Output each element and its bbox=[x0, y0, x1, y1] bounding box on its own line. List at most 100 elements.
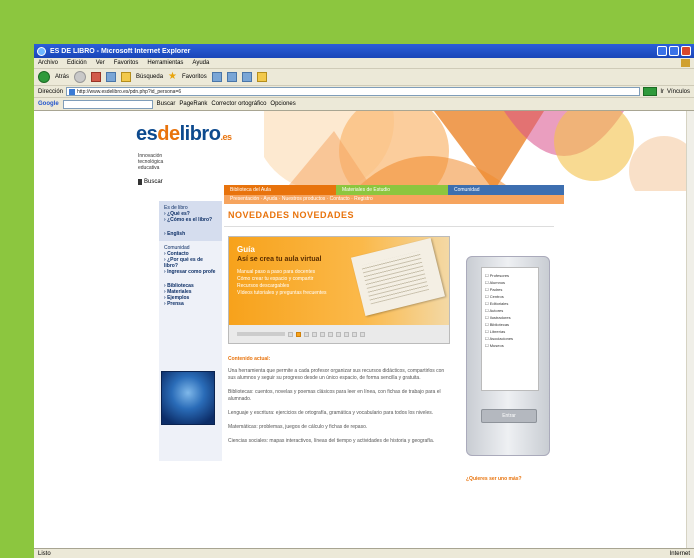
audience-label: Asociaciones bbox=[489, 336, 514, 341]
audience-item[interactable]: ☐ Autores bbox=[485, 307, 535, 314]
spell-check-button[interactable]: Corrector ortográfico bbox=[211, 101, 266, 107]
favorites-star-icon[interactable]: ★ bbox=[168, 72, 177, 82]
audience-item[interactable]: ☐ Bibliotecas bbox=[485, 321, 535, 328]
section-label[interactable]: Contenido actual: bbox=[228, 356, 270, 362]
mail-icon[interactable] bbox=[226, 72, 237, 82]
internet-explorer-icon bbox=[37, 46, 46, 56]
audience-item[interactable]: ☐ Editoriales bbox=[485, 300, 535, 307]
site-search-label[interactable]: Buscar bbox=[144, 179, 163, 185]
address-input[interactable]: http://www.esdelibro.es/pdn.php?id_perso… bbox=[66, 87, 641, 96]
back-label[interactable]: Atrás bbox=[55, 74, 69, 80]
go-label[interactable]: Ir bbox=[660, 89, 664, 95]
sidebar-item-english[interactable]: › English bbox=[164, 231, 217, 237]
close-button[interactable] bbox=[681, 46, 691, 56]
refresh-icon[interactable] bbox=[106, 72, 117, 82]
promo-headline: Así se crea tu aula virtual bbox=[237, 256, 322, 263]
pager-dot[interactable] bbox=[328, 331, 333, 337]
menu-ver[interactable]: Ver bbox=[96, 60, 105, 66]
nav-tab-materiales[interactable]: Materiales de Estudio bbox=[336, 185, 448, 195]
join-link[interactable]: ¿Quieres ser uno más? bbox=[466, 476, 522, 482]
sub-nav[interactable]: Presentación · Ayuda · Nuestros producto… bbox=[224, 195, 564, 204]
logo-libro: libro bbox=[179, 123, 221, 145]
audience-label: Alumnos bbox=[489, 280, 506, 285]
enter-button[interactable]: Entrar bbox=[481, 409, 537, 423]
pager-dot-active[interactable] bbox=[296, 331, 301, 337]
pager-dot[interactable] bbox=[344, 331, 349, 337]
links-label[interactable]: Vínculos bbox=[667, 89, 690, 95]
menu-herramientas[interactable]: Herramientas bbox=[147, 60, 183, 66]
print-icon[interactable] bbox=[241, 72, 252, 82]
google-options-button[interactable]: Opciones bbox=[270, 101, 295, 107]
maximize-button[interactable] bbox=[669, 46, 679, 56]
sidebar-item-ingresar[interactable]: › Ingresar como profe bbox=[164, 269, 217, 275]
menu-edicion[interactable]: Edición bbox=[67, 60, 87, 66]
sidebar-block-community: Comunidad › Contacto › ¿Por qué es de li… bbox=[159, 241, 222, 279]
article-paragraph: Matemáticas: problemas, juegos de cálcul… bbox=[228, 424, 368, 430]
web-page: esdelibro.es Innovación tecnológica educ… bbox=[34, 111, 694, 548]
menu-archivo[interactable]: Archivo bbox=[38, 60, 58, 66]
window-title: ES DE LIBRO - Microsoft Internet Explore… bbox=[50, 47, 191, 55]
search-marker-icon bbox=[138, 179, 142, 185]
audience-label: Bibliotecas bbox=[489, 322, 510, 327]
pager-dot[interactable] bbox=[304, 331, 309, 337]
sidebar-item-por-que[interactable]: › ¿Por qué es de libro? bbox=[164, 257, 217, 269]
history-icon[interactable] bbox=[211, 72, 222, 82]
audience-item[interactable]: ☐ Museos bbox=[485, 342, 535, 349]
nav-tab-biblioteca[interactable]: Biblioteca del Aula bbox=[224, 185, 336, 195]
audience-label: Editoriales bbox=[489, 301, 509, 306]
audience-item[interactable]: ☐ Profesores bbox=[485, 272, 535, 279]
article-paragraph: Ciencias sociales: mapas interactivos, l… bbox=[228, 438, 435, 444]
promo-slide[interactable]: Guía Así se crea tu aula virtual Manual … bbox=[229, 237, 449, 327]
windows-flag-icon bbox=[681, 59, 690, 67]
menu-ayuda[interactable]: Ayuda bbox=[192, 60, 209, 66]
search-button[interactable]: Búsqueda bbox=[136, 74, 163, 80]
left-sidebar: Es de libro › ¿Qué es? › ¿Cómo es el lib… bbox=[159, 201, 222, 461]
article-paragraph: Una herramienta que permite a cada profe… bbox=[228, 368, 445, 381]
pager-dot[interactable] bbox=[360, 331, 365, 337]
main-nav: Biblioteca del Aula Materiales de Estudi… bbox=[224, 185, 564, 195]
site-search[interactable]: Buscar bbox=[138, 179, 163, 185]
home-icon[interactable] bbox=[121, 72, 132, 82]
audience-item[interactable]: ☐ Ilustradores bbox=[485, 314, 535, 321]
audience-label: Centros bbox=[489, 294, 504, 299]
promo-carousel[interactable]: Guía Así se crea tu aula virtual Manual … bbox=[228, 236, 450, 344]
sidebar-block-about: Es de libro › ¿Qué es? › ¿Cómo es el lib… bbox=[159, 201, 222, 241]
minimize-button[interactable] bbox=[657, 46, 667, 56]
site-logo[interactable]: esdelibro.es bbox=[136, 123, 232, 146]
folder-icon[interactable] bbox=[256, 72, 267, 82]
audience-label: Padres bbox=[489, 287, 503, 292]
sidebar-item-label: Prensa bbox=[167, 301, 184, 307]
standard-toolbar: Atrás Búsqueda ★ Favoritos bbox=[34, 69, 694, 86]
status-text: Listo bbox=[38, 550, 51, 557]
menu-favoritos[interactable]: Favoritos bbox=[114, 60, 139, 66]
sidebar-banner-image[interactable] bbox=[161, 371, 215, 425]
audience-label: Autores bbox=[489, 308, 504, 313]
stop-icon[interactable] bbox=[91, 72, 102, 82]
google-search-input[interactable] bbox=[62, 99, 153, 109]
go-button[interactable] bbox=[643, 87, 658, 96]
audience-item[interactable]: ☐ Librerías bbox=[485, 328, 535, 335]
pager-dot[interactable] bbox=[288, 331, 293, 337]
sidebar-item-como-es[interactable]: › ¿Cómo es el libro? bbox=[164, 217, 217, 223]
back-arrow-icon[interactable] bbox=[38, 71, 50, 83]
audience-item[interactable]: ☐ Centros bbox=[485, 293, 535, 300]
forward-arrow-icon[interactable] bbox=[74, 71, 87, 83]
promo-description: Manual paso a paso para docentes Cómo cr… bbox=[237, 269, 347, 297]
document-illustration bbox=[350, 237, 446, 317]
nav-tab-comunidad[interactable]: Comunidad bbox=[448, 185, 564, 195]
zone-indicator: Internet bbox=[669, 550, 690, 557]
sidebar-item-prensa[interactable]: › Prensa bbox=[164, 301, 217, 307]
pager-dot[interactable] bbox=[312, 331, 317, 337]
window-controls bbox=[657, 46, 691, 56]
favorites-button[interactable]: Favoritos bbox=[182, 74, 207, 80]
carousel-pager bbox=[229, 325, 449, 343]
audience-item[interactable]: ☐ Alumnos bbox=[485, 279, 535, 286]
audience-item[interactable]: ☐ Asociaciones bbox=[485, 335, 535, 342]
vertical-scrollbar[interactable] bbox=[686, 111, 694, 548]
pager-dot[interactable] bbox=[352, 331, 357, 337]
promo-line: Recursos descargables bbox=[237, 283, 290, 289]
google-search-button[interactable]: Buscar bbox=[157, 101, 176, 107]
audience-item[interactable]: ☐ Padres bbox=[485, 286, 535, 293]
pager-dot[interactable] bbox=[336, 331, 341, 337]
pager-dot[interactable] bbox=[320, 331, 325, 337]
